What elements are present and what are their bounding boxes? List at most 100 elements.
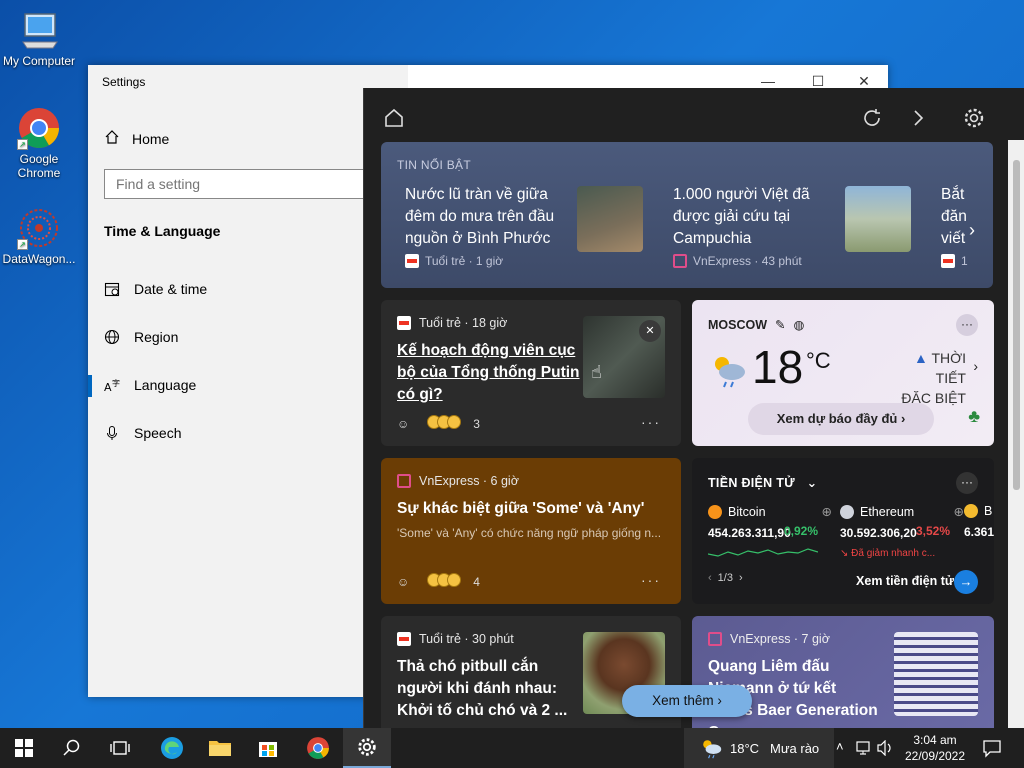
coin-third[interactable]: B 6.361 <box>964 504 994 539</box>
settings-search-input[interactable] <box>104 169 404 199</box>
microphone-icon <box>104 425 120 441</box>
dismiss-button[interactable]: ✕ <box>639 320 661 342</box>
edit-icon[interactable]: ✎ <box>775 317 785 332</box>
add-icon[interactable]: ⊕ <box>954 504 964 519</box>
refresh-icon[interactable] <box>860 106 884 130</box>
coin-ethereum[interactable]: Ethereum ⊕ 30.592.306,20 3,52% ↘ Đã giảm … <box>840 504 964 559</box>
settings-home-link[interactable]: Home <box>104 129 169 148</box>
next-page-icon[interactable]: › <box>739 572 743 584</box>
top-stories-card: TIN NỔI BẬT Nước lũ tràn về giữa đêm do … <box>381 142 993 288</box>
chevron-up-icon[interactable]: ˄ <box>836 739 844 754</box>
add-reaction-icon[interactable]: ☺ <box>397 417 409 431</box>
folder-icon <box>209 741 231 756</box>
windows-icon <box>15 739 33 757</box>
network-icon[interactable] <box>856 740 874 761</box>
more-options-icon[interactable]: ··· <box>956 314 978 336</box>
scrollbar-thumb[interactable] <box>1013 160 1020 490</box>
notifications-icon[interactable] <box>982 738 1002 763</box>
home-icon[interactable] <box>382 106 406 130</box>
task-view-button[interactable] <box>96 728 144 768</box>
taskbar-store[interactable] <box>244 728 292 768</box>
nav-item-language[interactable]: A字 Language <box>104 377 196 394</box>
see-more-button[interactable]: Xem thêm › <box>622 685 752 717</box>
computer-icon <box>17 8 61 52</box>
tuoi-tre-logo-icon <box>941 254 955 268</box>
source: VnExpress · 6 giờ <box>419 474 519 488</box>
top-story-2[interactable]: 1.000 người Việt đã được giải cứu tại Ca… <box>673 184 823 268</box>
gear-icon[interactable] <box>962 106 986 130</box>
clock[interactable]: 3:04 am 22/09/2022 <box>890 732 980 764</box>
full-forecast-button[interactable]: Xem dự báo đầy đủ › <box>748 403 934 435</box>
desktop-icon-datawagon[interactable]: ↗ DataWagon... <box>0 206 78 266</box>
nav-item-speech[interactable]: Speech <box>104 425 181 441</box>
desktop-icon-my-computer[interactable]: My Computer <box>0 8 78 68</box>
nav-item-label: Date & time <box>134 281 208 297</box>
section-title: Time & Language <box>104 223 221 239</box>
shortcut-arrow-icon: ↗ <box>17 139 28 150</box>
headline: Nước lũ tràn về giữa đêm do mưa trên đầu… <box>405 186 555 247</box>
taskbar-file-explorer[interactable] <box>196 728 244 768</box>
headline[interactable]: Kế hoạch động viên cục bộ của Tổng thống… <box>397 340 583 406</box>
clock-date: 22/09/2022 <box>904 749 966 763</box>
taskbar-settings[interactable] <box>343 728 391 768</box>
add-reaction-icon[interactable]: ☺ <box>397 575 409 589</box>
bitcoin-icon <box>708 504 722 519</box>
source: Tuổi trẻ · 18 giờ <box>419 316 508 330</box>
chrome-icon: ↗ <box>17 106 61 150</box>
carousel-next-icon[interactable]: › <box>969 220 975 241</box>
globe-icon[interactable]: ◍ <box>794 317 805 332</box>
news-card-some-any[interactable]: VnExpress · 6 giờ Sự khác biệt giữa 'Som… <box>381 458 681 604</box>
ethereum-icon <box>840 504 854 519</box>
globe-icon <box>104 329 120 345</box>
source: Tuổi trẻ · 1 giờ <box>405 254 575 268</box>
chevron-right-icon: › <box>973 358 978 374</box>
more-options-icon[interactable]: ··· <box>956 472 978 494</box>
datawagon-icon: ↗ <box>17 206 61 250</box>
news-card-putin[interactable]: Tuổi trẻ · 18 giờ Kế hoạch động viên cục… <box>381 300 681 446</box>
desktop-icon-label: DataWagon... <box>2 252 76 266</box>
add-icon[interactable]: ⊕ <box>822 504 832 519</box>
chevron-right-icon[interactable] <box>906 106 930 130</box>
nav-item-date-time[interactable]: Date & time <box>104 281 207 297</box>
start-button[interactable] <box>0 728 48 768</box>
settings-sidebar: Settings Home Time & Language Date & tim… <box>88 65 408 697</box>
page-indicator: 1/3 <box>717 572 733 584</box>
shortcut-arrow-icon: ↗ <box>17 239 28 250</box>
prev-page-icon[interactable]: ‹ <box>708 572 712 584</box>
edge-icon <box>161 737 183 759</box>
more-options-icon[interactable]: ··· <box>641 414 661 430</box>
reaction-count: 4 <box>473 574 480 589</box>
svg-text:A: A <box>104 381 112 393</box>
more-options-icon[interactable]: ··· <box>641 572 661 588</box>
taskbar-edge[interactable] <box>148 728 196 768</box>
bitcoin-sparkline <box>707 548 819 557</box>
headline: Thả chó pitbull cắn người khi đánh nhau:… <box>397 658 568 719</box>
language-icon: A字 <box>104 377 120 394</box>
flood-image <box>577 186 643 252</box>
standings-image <box>894 632 978 716</box>
trend-down-icon: ↘ <box>840 548 849 559</box>
news-panel: TIN NỔI BẬT Nước lũ tràn về giữa đêm do … <box>363 88 1024 728</box>
see-crypto-link[interactable]: Xem tiền điện tử <box>856 574 954 588</box>
taskbar-weather-widget[interactable]: 18°C Mưa rào <box>684 728 834 768</box>
taskbar-chrome[interactable] <box>294 728 342 768</box>
weather-alert[interactable]: ▲ THỜI TIẾT ĐẶC BIỆT <box>886 348 966 408</box>
top-story-3[interactable]: Bắt đăn viết 1 <box>941 184 981 268</box>
arrow-right-icon[interactable]: → <box>954 570 978 594</box>
weather-card[interactable]: MOSCOW ✎ ◍ ··· 18 °C ▲ THỜI TIẾT ĐẶC BIỆT … <box>692 300 994 446</box>
desktop-icon-google-chrome[interactable]: ↗ Google Chrome <box>0 106 78 180</box>
window-title: Settings <box>102 75 146 89</box>
search-button[interactable] <box>48 728 96 768</box>
nav-item-label: Region <box>134 329 179 345</box>
scrollbar[interactable] <box>1008 140 1024 728</box>
desktop-icon-label: Google Chrome <box>17 152 61 180</box>
chrome-icon <box>307 737 329 759</box>
tree-icon: ♣ <box>968 406 980 426</box>
weather-desc: Mưa rào <box>770 741 820 756</box>
search-icon <box>63 739 80 756</box>
top-story-1[interactable]: Nước lũ tràn về giữa đêm do mưa trên đầu… <box>405 184 575 268</box>
nav-item-region[interactable]: Region <box>104 329 178 345</box>
source: 1 <box>941 254 981 268</box>
chevron-down-icon[interactable]: ⌄ <box>807 476 818 490</box>
coin-bitcoin[interactable]: Bitcoin ⊕ 454.263.311,90 0,92% <box>707 504 832 565</box>
